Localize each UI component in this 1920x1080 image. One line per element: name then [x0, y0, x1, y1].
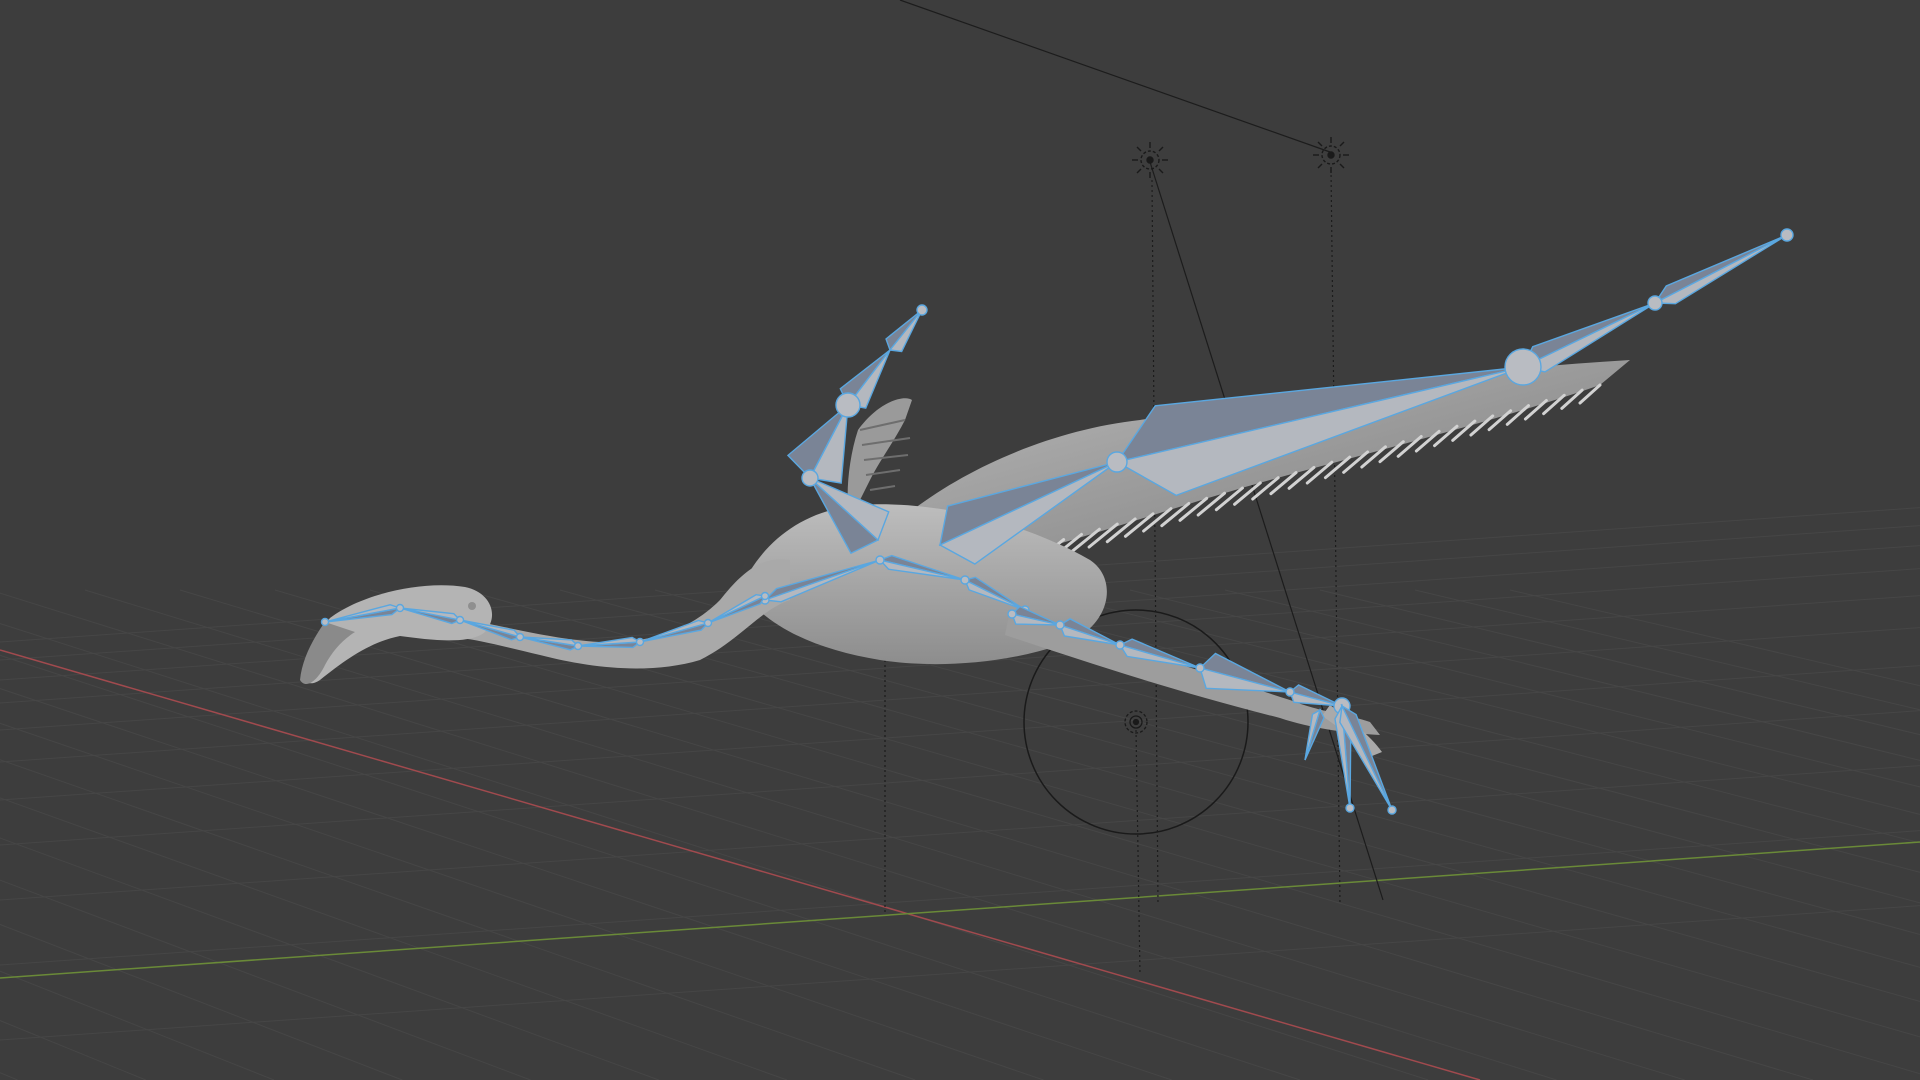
bone-joint-toe-1[interactable]: [1345, 803, 1355, 813]
bone-joint-tip[interactable]: [1780, 228, 1794, 242]
bone-joint-leg-2[interactable]: [1115, 640, 1125, 650]
bone-joint-spine-1[interactable]: [875, 555, 885, 565]
sun-light-icon[interactable]: [1132, 142, 1168, 178]
bone-joint-neck-1[interactable]: [703, 618, 713, 628]
bone-joint-neck-2[interactable]: [635, 637, 645, 647]
bone-joint-elbow[interactable]: [1106, 451, 1128, 473]
bone-joint-leg-1[interactable]: [1055, 620, 1065, 630]
bone-joint-neck-0[interactable]: [760, 591, 770, 601]
bone-joint-neck-4[interactable]: [515, 632, 525, 642]
bone-joint-neck-5[interactable]: [455, 615, 465, 625]
bone-joint-wrist[interactable]: [1504, 348, 1542, 386]
bone-joint-hand[interactable]: [1647, 295, 1663, 311]
bone-joint-far-tip[interactable]: [916, 304, 928, 316]
bone-joint-far-wrist[interactable]: [835, 392, 861, 418]
bone-joint-neck-6[interactable]: [395, 603, 405, 613]
3d-viewport[interactable]: [0, 0, 1920, 1080]
bone-joint-spine-2[interactable]: [960, 575, 970, 585]
bone-joint-far-elbow[interactable]: [801, 469, 819, 487]
bone-joint-neck-3[interactable]: [573, 641, 583, 651]
bone-joint-toe-2[interactable]: [1387, 805, 1397, 815]
bone-joint-neck-7[interactable]: [320, 617, 330, 627]
sun-light-icon[interactable]: [1313, 137, 1349, 173]
bone-joint-leg-0[interactable]: [1007, 609, 1017, 619]
bone-joint-leg-3[interactable]: [1195, 663, 1205, 673]
bone-joint-leg-4[interactable]: [1285, 687, 1295, 697]
flamingo-eye: [468, 602, 476, 610]
viewport-canvas[interactable]: [0, 0, 1920, 1080]
